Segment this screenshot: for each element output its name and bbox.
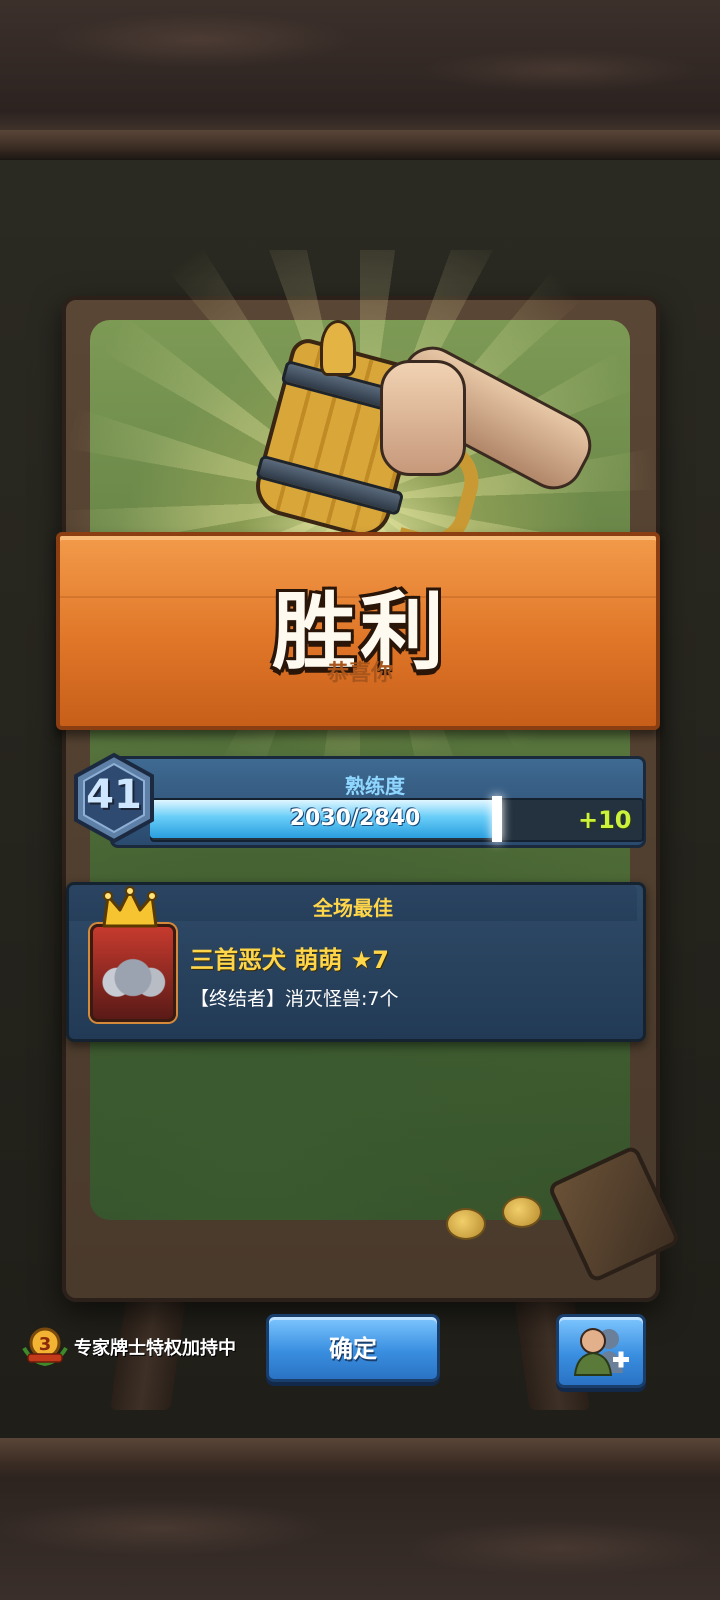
- proficiency-gain: +10: [578, 806, 632, 834]
- bottom-wood-frame: [0, 1438, 720, 1600]
- mvp-monster-card[interactable]: [90, 924, 176, 1022]
- expert-privilege-label: 专家牌士特权加持中: [74, 1338, 236, 1359]
- mvp-star-level: ★7: [350, 946, 389, 974]
- expert-badge-icon: 3: [22, 1326, 68, 1367]
- mvp-monster-name: 三首恶犬 萌萌: [190, 946, 343, 974]
- add-friend-button[interactable]: [556, 1314, 646, 1388]
- mvp-name: 三首恶犬 萌萌 ★7: [190, 940, 389, 975]
- proficiency-label: 熟练度: [345, 774, 405, 798]
- svg-text:3: 3: [39, 1334, 52, 1355]
- beer-mug-icon: [240, 280, 602, 558]
- coin-icon: [502, 1196, 542, 1228]
- victory-subtitle: 恭喜你: [326, 661, 393, 686]
- top-wood-frame: [0, 0, 720, 160]
- mvp-description: 【终结者】消灭怪兽:7个: [190, 988, 399, 1010]
- coin-icon: [446, 1208, 486, 1240]
- confirm-button[interactable]: 确定: [266, 1314, 440, 1382]
- proficiency-value: 2030/2840: [289, 806, 421, 831]
- crown-icon: [100, 886, 160, 932]
- level-number: 41: [86, 772, 142, 818]
- add-friend-icon: [573, 1328, 629, 1376]
